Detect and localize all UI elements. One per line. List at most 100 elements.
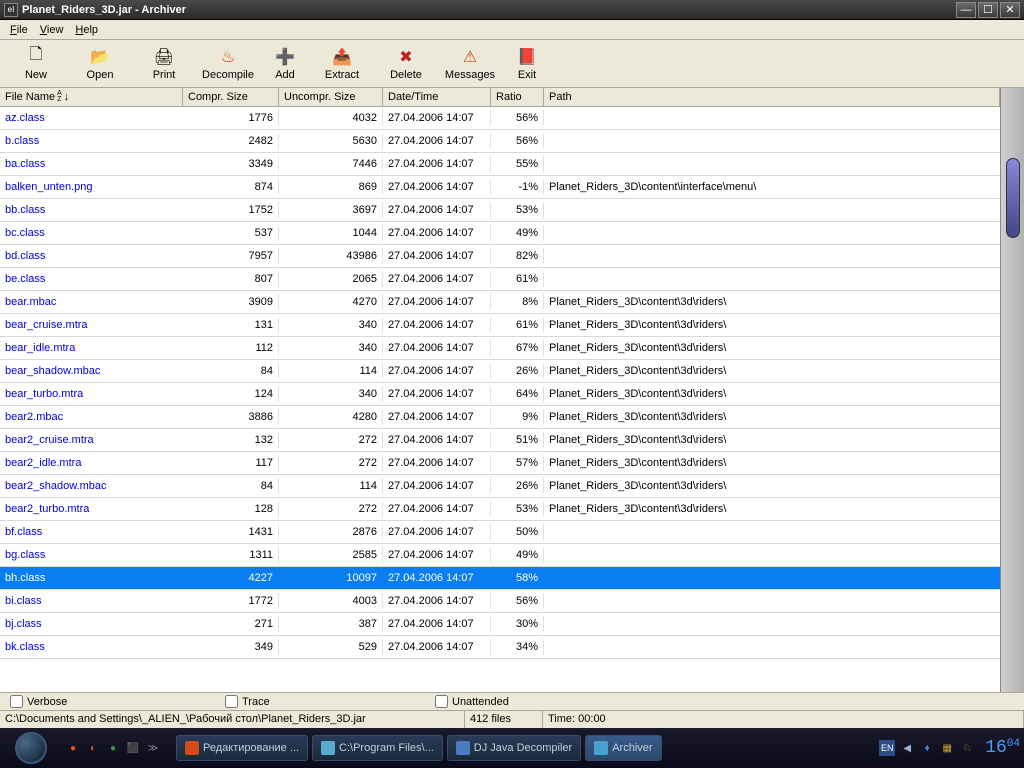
table-row[interactable]: bear_turbo.mtra 124 340 27.04.2006 14:07… xyxy=(0,383,1000,406)
cell-filename: bh.class xyxy=(0,570,183,586)
add-button[interactable]: ➕ Add xyxy=(260,42,310,86)
sort-icon: AZ xyxy=(57,91,62,103)
new-button[interactable]: 🗋 New xyxy=(4,42,68,86)
cell-path: Planet_Riders_3D\content\3d\riders\ xyxy=(544,363,1000,379)
menu-view[interactable]: View xyxy=(34,22,70,38)
decompile-button[interactable]: ♨ Decompile xyxy=(196,42,260,86)
table-row[interactable]: az.class 1776 4032 27.04.2006 14:07 56% xyxy=(0,107,1000,130)
cell-filename: bc.class xyxy=(0,225,183,241)
cell-filename: bear.mbac xyxy=(0,294,183,310)
cell-uncompr: 4003 xyxy=(279,593,383,609)
table-row[interactable]: bear_shadow.mbac 84 114 27.04.2006 14:07… xyxy=(0,360,1000,383)
tray-icon-1[interactable]: ◀ xyxy=(899,740,915,756)
taskbar-item-icon xyxy=(185,741,199,755)
cell-uncompr: 2585 xyxy=(279,547,383,563)
ql-icon-5[interactable]: ≫ xyxy=(144,739,162,757)
cell-datetime: 27.04.2006 14:07 xyxy=(383,110,491,126)
trace-checkbox[interactable] xyxy=(225,695,238,708)
cell-uncompr: 340 xyxy=(279,317,383,333)
cell-path: Planet_Riders_3D\content\3d\riders\ xyxy=(544,478,1000,494)
table-row[interactable]: bear_idle.mtra 112 340 27.04.2006 14:07 … xyxy=(0,337,1000,360)
cell-uncompr: 5630 xyxy=(279,133,383,149)
table-row[interactable]: bd.class 7957 43986 27.04.2006 14:07 82% xyxy=(0,245,1000,268)
table-row[interactable]: be.class 807 2065 27.04.2006 14:07 61% xyxy=(0,268,1000,291)
column-compr[interactable]: Compr. Size xyxy=(183,88,279,106)
taskbar-item[interactable]: DJ Java Decompiler xyxy=(447,735,581,761)
toolbar: 🗋 New 📂 Open 🖨 Print ♨ Decompile ➕ Add 📤… xyxy=(0,40,1024,88)
column-ratio[interactable]: Ratio xyxy=(491,88,544,106)
table-row[interactable]: bear.mbac 3909 4270 27.04.2006 14:07 8% … xyxy=(0,291,1000,314)
ql-icon-4[interactable]: ⬛ xyxy=(124,739,142,757)
right-scrollbar-strip[interactable] xyxy=(1000,88,1024,692)
delete-button[interactable]: ✖ Delete xyxy=(374,42,438,86)
cell-path xyxy=(544,553,1000,557)
taskbar-item-label: Редактирование ... xyxy=(203,742,299,754)
cell-filename: b.class xyxy=(0,133,183,149)
taskbar-item[interactable]: Редактирование ... xyxy=(176,735,308,761)
taskbar-item[interactable]: C:\Program Files\... xyxy=(312,735,443,761)
table-row[interactable]: bear2_shadow.mbac 84 114 27.04.2006 14:0… xyxy=(0,475,1000,498)
column-datetime[interactable]: Date/Time xyxy=(383,88,491,106)
clock[interactable]: 1604 xyxy=(985,738,1020,758)
menu-file[interactable]: File xyxy=(4,22,34,38)
table-row[interactable]: bj.class 271 387 27.04.2006 14:07 30% xyxy=(0,613,1000,636)
start-button[interactable] xyxy=(4,730,58,766)
cell-path xyxy=(544,116,1000,120)
table-row[interactable]: bear_cruise.mtra 131 340 27.04.2006 14:0… xyxy=(0,314,1000,337)
taskbar-item[interactable]: Archiver xyxy=(585,735,661,761)
cell-compr: 1431 xyxy=(183,524,279,540)
sort-arrow-icon: ↓ xyxy=(64,91,70,103)
cell-path: Planet_Riders_3D\content\3d\riders\ xyxy=(544,294,1000,310)
menu-help[interactable]: Help xyxy=(69,22,104,38)
maximize-button[interactable]: ☐ xyxy=(978,2,998,18)
table-row[interactable]: bear2_turbo.mtra 128 272 27.04.2006 14:0… xyxy=(0,498,1000,521)
extract-icon: 📤 xyxy=(332,47,352,67)
ql-icon-2[interactable]: ◐ xyxy=(84,739,102,757)
table-row[interactable]: bear2.mbac 3886 4280 27.04.2006 14:07 9%… xyxy=(0,406,1000,429)
table-row[interactable]: bh.class 4227 10097 27.04.2006 14:07 58% xyxy=(0,567,1000,590)
unattended-checkbox[interactable] xyxy=(435,695,448,708)
tray-icon-3[interactable]: ▦ xyxy=(939,740,955,756)
close-button[interactable]: ✕ xyxy=(1000,2,1020,18)
open-button[interactable]: 📂 Open xyxy=(68,42,132,86)
ql-icon-3[interactable]: ● xyxy=(104,739,122,757)
tray-icon-4[interactable]: ♘ xyxy=(959,740,975,756)
print-button[interactable]: 🖨 Print xyxy=(132,42,196,86)
cell-uncompr: 10097 xyxy=(279,570,383,586)
tray-icon-2[interactable]: ♦ xyxy=(919,740,935,756)
verbose-checkbox[interactable] xyxy=(10,695,23,708)
table-row[interactable]: bi.class 1772 4003 27.04.2006 14:07 56% xyxy=(0,590,1000,613)
cell-path: Planet_Riders_3D\content\3d\riders\ xyxy=(544,501,1000,517)
table-row[interactable]: bc.class 537 1044 27.04.2006 14:07 49% xyxy=(0,222,1000,245)
cell-uncompr: 272 xyxy=(279,432,383,448)
table-row[interactable]: bb.class 1752 3697 27.04.2006 14:07 53% xyxy=(0,199,1000,222)
cell-ratio: 56% xyxy=(491,133,544,149)
start-orb-icon xyxy=(15,732,47,764)
app-icon: eI xyxy=(4,3,18,17)
column-filename[interactable]: File Name AZ ↓ xyxy=(0,88,183,106)
table-row[interactable]: bk.class 349 529 27.04.2006 14:07 34% xyxy=(0,636,1000,659)
ql-icon-1[interactable]: ● xyxy=(64,739,82,757)
cell-ratio: 56% xyxy=(491,110,544,126)
scroll-thumb[interactable] xyxy=(1006,158,1020,238)
column-path[interactable]: Path xyxy=(544,88,1000,106)
column-uncompr[interactable]: Uncompr. Size xyxy=(279,88,383,106)
cell-datetime: 27.04.2006 14:07 xyxy=(383,248,491,264)
cell-path xyxy=(544,231,1000,235)
table-row[interactable]: ba.class 3349 7446 27.04.2006 14:07 55% xyxy=(0,153,1000,176)
table-row[interactable]: bg.class 1311 2585 27.04.2006 14:07 49% xyxy=(0,544,1000,567)
table-row[interactable]: b.class 2482 5630 27.04.2006 14:07 56% xyxy=(0,130,1000,153)
extract-button[interactable]: 📤 Extract xyxy=(310,42,374,86)
table-row[interactable]: bear2_idle.mtra 117 272 27.04.2006 14:07… xyxy=(0,452,1000,475)
table-body[interactable]: az.class 1776 4032 27.04.2006 14:07 56% … xyxy=(0,107,1000,679)
cell-datetime: 27.04.2006 14:07 xyxy=(383,317,491,333)
table-row[interactable]: bf.class 1431 2876 27.04.2006 14:07 50% xyxy=(0,521,1000,544)
messages-button[interactable]: ⚠ Messages xyxy=(438,42,502,86)
language-indicator[interactable]: EN xyxy=(879,740,895,756)
exit-button[interactable]: 📕 Exit xyxy=(502,42,552,86)
table-row[interactable]: balken_unten.png 874 869 27.04.2006 14:0… xyxy=(0,176,1000,199)
table-row[interactable]: bear2_cruise.mtra 132 272 27.04.2006 14:… xyxy=(0,429,1000,452)
cell-ratio: -1% xyxy=(491,179,544,195)
minimize-button[interactable]: — xyxy=(956,2,976,18)
taskbar-item-icon xyxy=(321,741,335,755)
